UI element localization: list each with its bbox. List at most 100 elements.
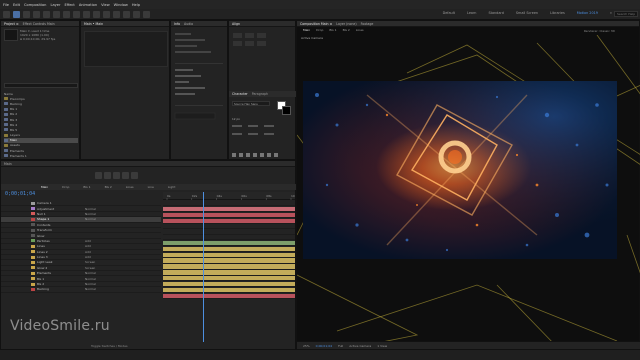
layer-duration-bar[interactable] (163, 212, 295, 218)
align-center-icon[interactable] (245, 33, 254, 38)
label-color-swatch[interactable] (31, 228, 35, 232)
layer-name[interactable]: Contents (37, 223, 85, 227)
workspace-standard[interactable]: Standard (488, 11, 503, 15)
label-color-swatch[interactable] (31, 255, 35, 259)
camera-tool-icon[interactable] (53, 10, 60, 18)
menu-view[interactable]: View (101, 3, 110, 7)
label-color-swatch[interactable] (31, 234, 35, 238)
layer-name[interactable]: Camera 1 (37, 201, 85, 205)
layer-mode[interactable]: Normal (85, 277, 101, 281)
selection-tool-icon[interactable] (13, 10, 20, 18)
zoom-level[interactable]: 25% (303, 344, 310, 348)
menu-file[interactable]: File (3, 3, 9, 7)
project-search-input[interactable] (4, 83, 78, 88)
menu-window[interactable]: Window (114, 3, 128, 7)
viewer-timecode[interactable]: 0;00;01;04 (316, 344, 332, 348)
font-size-value[interactable]: 12 px (232, 117, 240, 121)
layer-mode[interactable]: Normal (85, 271, 101, 275)
current-timecode[interactable]: 0;00;01;04 (5, 191, 35, 197)
shape-tool-icon[interactable] (73, 10, 80, 18)
viewer-tab-main[interactable]: Main (303, 28, 310, 34)
viewer-tab-bg2[interactable]: BG 2 (343, 28, 350, 34)
brush-tool-icon[interactable] (103, 10, 110, 18)
tab-light[interactable]: Light (168, 184, 176, 190)
roto-tool-icon[interactable] (133, 10, 140, 18)
layer-name[interactable]: Backing (37, 287, 85, 291)
label-color-swatch[interactable] (31, 260, 35, 264)
workspace-more[interactable]: » (610, 11, 612, 15)
menu-composition[interactable]: Composition (24, 3, 46, 7)
layer-duration-bar[interactable] (163, 240, 295, 246)
layer-duration-bar[interactable] (163, 287, 295, 293)
tab-line[interactable]: Line (148, 184, 154, 190)
label-color-swatch[interactable] (31, 212, 35, 216)
layer-duration-bar[interactable] (163, 264, 295, 269)
layer-duration-bar[interactable] (163, 281, 295, 287)
layer-mode[interactable]: Add (85, 244, 101, 248)
label-color-swatch[interactable] (31, 277, 35, 281)
label-color-swatch[interactable] (31, 244, 35, 248)
search-help-input[interactable]: Search Help (614, 11, 638, 17)
menu-effect[interactable]: Effect (64, 3, 74, 7)
font-family-select[interactable]: Source Han Sans (232, 101, 270, 106)
layer-mode[interactable]: Normal (85, 217, 101, 221)
layer-duration-bar[interactable] (163, 270, 295, 275)
workspace-small-screen[interactable]: Small Screen (516, 11, 538, 15)
draft-3d-icon[interactable] (131, 171, 138, 179)
layer-mode[interactable]: Add (85, 255, 101, 259)
tab-lines[interactable]: Lines (126, 184, 134, 190)
label-color-swatch[interactable] (31, 282, 35, 286)
tab-info[interactable]: Info (174, 22, 180, 26)
layer-name[interactable]: Transform (37, 228, 85, 232)
tab-layer[interactable]: Layer (none) (336, 22, 356, 26)
tab-drop[interactable]: Drop (62, 184, 69, 190)
layer-duration-bar[interactable] (163, 246, 295, 252)
layer-name[interactable]: Elements (37, 271, 85, 275)
layer-duration-bar[interactable] (163, 218, 295, 224)
toggle-switches-label[interactable]: Toggle Switches / Modes (91, 344, 128, 348)
viewer-tab-drop[interactable]: Drop (316, 28, 323, 34)
label-color-swatch[interactable] (31, 266, 35, 270)
layer-mode[interactable]: Normal (85, 282, 101, 286)
hand-tool-icon[interactable] (23, 10, 30, 18)
stroke-color-swatch[interactable] (282, 106, 291, 115)
menu-animation[interactable]: Animation (79, 3, 97, 7)
viewer-tab-lines[interactable]: Lines (356, 28, 364, 34)
align-top-icon[interactable] (233, 41, 242, 46)
menu-edit[interactable]: Edit (13, 3, 20, 7)
label-color-swatch[interactable] (31, 239, 35, 243)
layer-duration-bar[interactable] (163, 293, 295, 299)
align-bottom-icon[interactable] (257, 41, 266, 46)
tab-main[interactable]: Main (41, 184, 48, 190)
label-color-swatch[interactable] (31, 217, 35, 221)
layer-name[interactable]: Glow (37, 234, 85, 238)
time-ruler[interactable]: 0s 02s 04s 06s 08s 10s (163, 192, 297, 200)
layer-mode[interactable]: Normal (85, 287, 101, 291)
tab-bg2[interactable]: BG 2 (105, 184, 112, 190)
label-color-swatch[interactable] (31, 271, 35, 275)
tab-paragraph[interactable]: Paragraph (252, 91, 268, 97)
viewer-tab-bg1[interactable]: BG 1 (329, 28, 336, 34)
align-left-icon[interactable] (233, 33, 242, 38)
layer-mode[interactable]: Normal (85, 207, 101, 211)
layer-duration-bar[interactable] (163, 206, 295, 212)
layer-name[interactable]: Lines 3 (37, 255, 85, 259)
puppet-tool-icon[interactable] (143, 10, 150, 18)
layer-duration-bar[interactable] (163, 252, 295, 257)
home-icon[interactable] (3, 10, 10, 18)
layer-mode[interactable]: Add (85, 239, 101, 243)
label-color-swatch[interactable] (31, 287, 35, 291)
layer-row[interactable]: Backing Normal (1, 287, 161, 293)
workspace-learn[interactable]: Learn (467, 11, 476, 15)
playhead[interactable] (203, 192, 204, 342)
tab-composition[interactable]: Composition Main ≡ (300, 22, 332, 26)
resolution-select[interactable]: Full (338, 344, 343, 348)
workspace-default[interactable]: Default (443, 11, 455, 15)
zoom-tool-icon[interactable] (33, 10, 40, 18)
pen-tool-icon[interactable] (83, 10, 90, 18)
layer-mode[interactable]: Normal (85, 212, 101, 216)
workspace-motion[interactable]: Motion 2019 (577, 11, 598, 15)
layer-mode[interactable]: Add (85, 250, 101, 254)
composition-canvas[interactable] (297, 35, 640, 347)
frame-blend-icon[interactable] (104, 171, 111, 179)
